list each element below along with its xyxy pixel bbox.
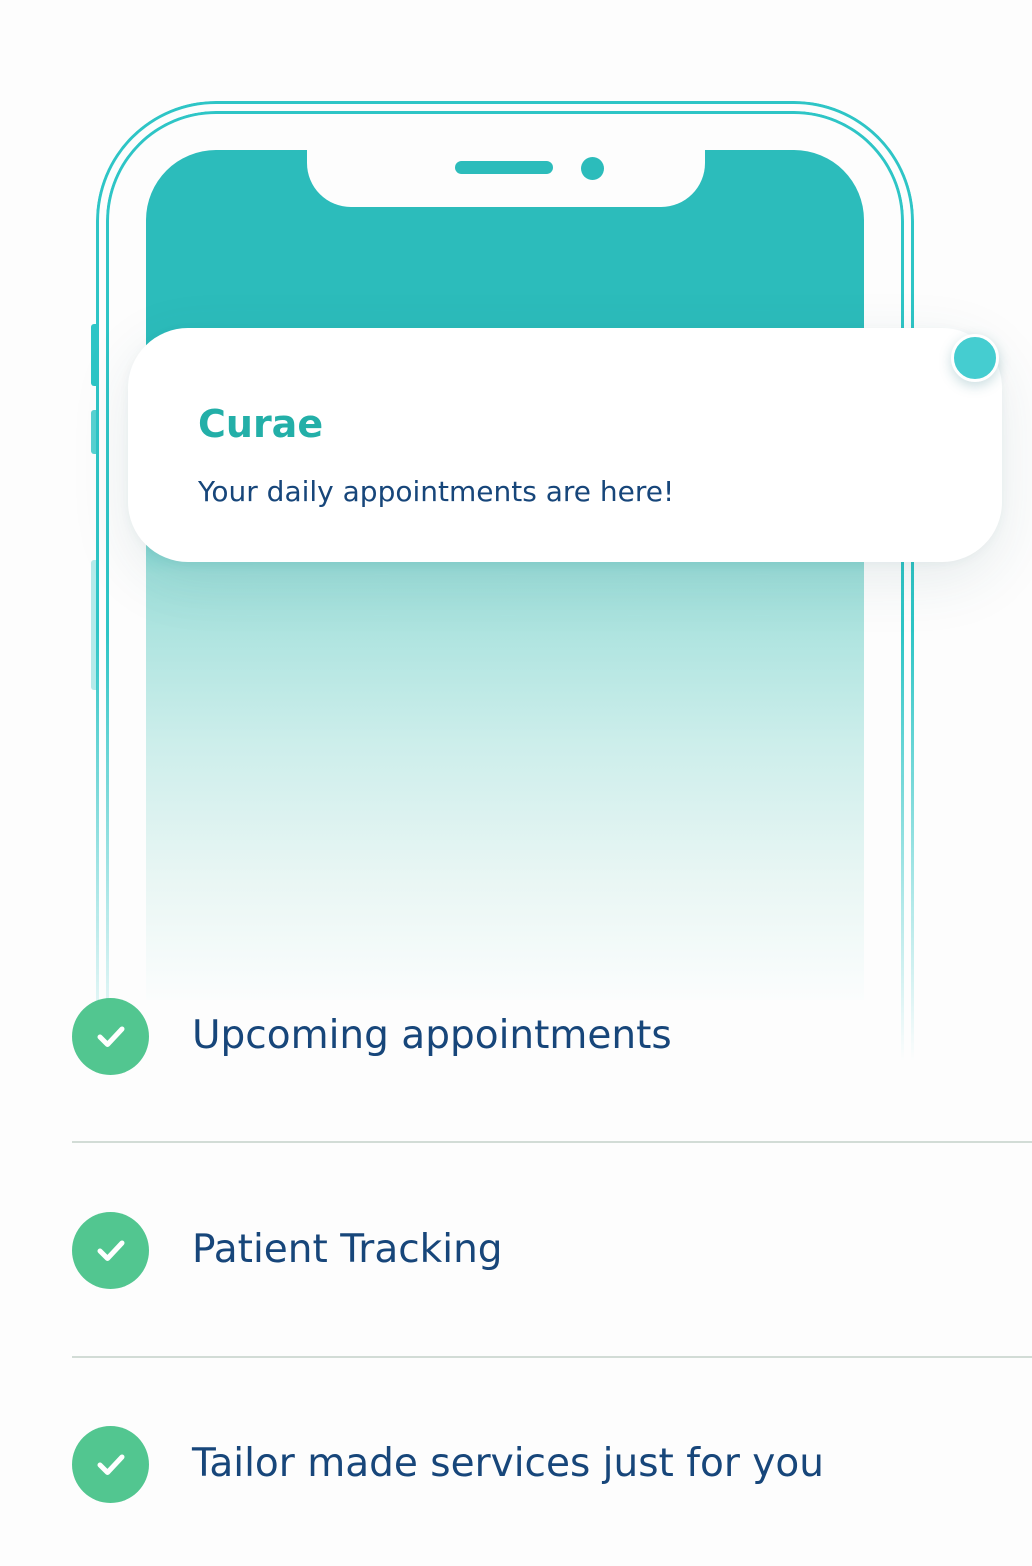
notification-dot-icon bbox=[951, 334, 999, 382]
phone-speaker bbox=[455, 161, 553, 174]
divider bbox=[72, 1356, 1032, 1358]
feature-item-tailor-made-services: Tailor made services just for you bbox=[72, 1424, 1032, 1504]
checkmark-icon bbox=[72, 1212, 149, 1289]
notification-message: Your daily appointments are here! bbox=[198, 475, 675, 508]
feature-item-upcoming-appointments: Upcoming appointments bbox=[72, 996, 1032, 1076]
feature-label: Tailor made services just for you bbox=[192, 1441, 824, 1486]
divider bbox=[72, 1141, 1032, 1143]
feature-label: Upcoming appointments bbox=[192, 1013, 672, 1058]
feature-showcase: Curae Your daily appointments are here! … bbox=[0, 0, 1032, 1566]
notification-title: Curae bbox=[198, 402, 324, 446]
checkmark-icon bbox=[72, 1426, 149, 1503]
phone-screen bbox=[146, 150, 864, 1000]
feature-item-patient-tracking: Patient Tracking bbox=[72, 1210, 1032, 1290]
feature-label: Patient Tracking bbox=[192, 1227, 503, 1272]
checkmark-icon bbox=[72, 998, 149, 1075]
phone-camera bbox=[581, 157, 604, 180]
